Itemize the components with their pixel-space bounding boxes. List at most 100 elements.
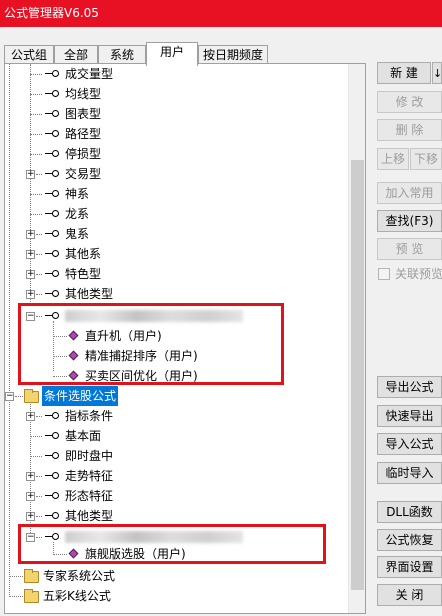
arrow-down-icon: ↓ [433,67,442,80]
tree-item-label: 即时盘中 [65,449,114,463]
checkbox-box[interactable] [378,268,390,280]
link-preview-label: 关联预览 [395,267,442,281]
tree-folder[interactable]: 专家系统公式 [5,566,325,586]
close-button[interactable]: 关 闭 [377,584,442,606]
formula-restore-button[interactable]: 公式恢复 [377,529,442,551]
tree-item-label: 成交量型 [65,67,114,81]
tab-by-date-frequency[interactable]: 按日期频度 [198,45,268,65]
tab-strip: 公式组 全部 系统 用户 按日期频度 [0,42,370,66]
add-to-common-button[interactable]: 加入常用 [377,182,442,204]
tree-folder-selected[interactable]: − 条件选股公式 [5,386,325,406]
indicator-node-icon [45,210,59,218]
tree-connector [36,274,42,275]
tree-connector [30,134,42,135]
export-formula-button[interactable]: 导出公式 [377,376,442,398]
tree-item-label: 路径型 [65,127,102,141]
tree-item[interactable]: 即时盘中 [5,446,325,466]
tree-item[interactable]: + 其他系 [5,244,325,264]
indicator-node-icon [45,190,59,198]
edit-button[interactable]: 修 改 [377,91,442,113]
tab-system[interactable]: 系统 [98,45,146,65]
tree-item-label: 神系 [65,187,90,201]
tree-connector [36,254,42,255]
expand-icon[interactable]: + [26,412,35,421]
indicator-node-icon [45,492,59,500]
tree-item[interactable]: 神系 [5,184,325,204]
tree-item-label: 龙系 [65,207,90,221]
formula-tree[interactable]: 成交量型 均线型 图表型 路径型 停损型 + 交易型 神系 龙系 + 鬼系 + … [5,64,350,613]
expand-icon[interactable]: + [26,170,35,179]
tree-folder[interactable]: 五彩K线公式 [5,586,325,606]
tab-all[interactable]: 全部 [54,45,98,65]
tree-connector [30,114,42,115]
tree-item-label: 指标条件 [65,409,114,423]
tree-scrollbar[interactable] [348,64,365,613]
tree-item[interactable]: + 走势特征 [5,466,325,486]
folder-icon [24,389,39,403]
new-button[interactable]: 新 建 [377,62,431,84]
tree-item[interactable]: + 形态特征 [5,486,325,506]
tree-item[interactable]: 基本面 [5,426,325,446]
tree-item-label: 其他类型 [65,509,114,523]
tab-user[interactable]: 用户 [146,42,198,66]
tree-item-label: 鬼系 [65,227,90,241]
tree-item[interactable]: + 特色型 [5,264,325,284]
tree-connector [36,234,42,235]
move-up-button[interactable]: 上移 [377,148,409,170]
expand-icon[interactable]: + [26,290,35,299]
indicator-node-icon [45,270,59,278]
dll-function-button[interactable]: DLL函数 [377,501,442,523]
indicator-node-icon [45,512,59,520]
quick-export-button[interactable]: 快速导出 [377,405,442,427]
tree-item[interactable]: + 其他类型 [5,506,325,526]
ui-settings-button[interactable]: 界面设置 [377,556,442,578]
move-down-button[interactable]: 下移 [410,148,442,170]
find-button[interactable]: 查找(F3) [377,210,442,232]
tree-item[interactable]: 路径型 [5,124,325,144]
tree-item-label: 形态特征 [65,489,114,503]
expand-icon[interactable]: + [26,512,35,521]
tree-item-label: 条件选股公式 [42,386,119,406]
collapse-icon[interactable]: − [5,392,14,401]
link-preview-checkbox[interactable]: 关联预览 [378,266,442,282]
indicator-node-icon [45,170,59,178]
tree-item-label: 交易型 [65,167,102,181]
tree-connector [30,456,42,457]
tree-item[interactable]: 均线型 [5,84,325,104]
expand-icon[interactable]: + [26,472,35,481]
tree-item[interactable]: 龙系 [5,204,325,224]
tree-item[interactable]: 停损型 [5,144,325,164]
annotation-highlight-box [18,303,284,385]
expand-icon[interactable]: + [26,250,35,259]
preview-button[interactable]: 预 览 [377,238,442,260]
expand-icon[interactable]: + [26,230,35,239]
tree-item[interactable]: + 交易型 [5,164,325,184]
tree-connector [30,154,42,155]
new-dropdown-button[interactable]: ↓ [432,62,442,84]
tree-connector [30,94,42,95]
expand-icon[interactable]: + [26,270,35,279]
indicator-node-icon [45,130,59,138]
tab-formula-group[interactable]: 公式组 [4,45,54,65]
tree-item-label: 图表型 [65,107,102,121]
tree-item[interactable]: 图表型 [5,104,325,124]
temp-import-button[interactable]: 临时导入 [377,462,442,484]
expand-icon[interactable]: + [26,492,35,501]
tree-item[interactable]: 成交量型 [5,64,325,84]
tree-item[interactable]: + 其他类型 [5,284,325,304]
scrollbar-thumb[interactable] [351,160,364,590]
tree-connector [36,416,42,417]
indicator-node-icon [45,150,59,158]
indicator-node-icon [45,90,59,98]
tree-connector [36,476,42,477]
import-formula-button[interactable]: 导入公式 [377,433,442,455]
window-titlebar: 公式管理器V6.05 [0,0,442,27]
indicator-node-icon [45,70,59,78]
indicator-node-icon [45,290,59,298]
delete-button[interactable]: 删 除 [377,119,442,141]
tree-item[interactable]: + 指标条件 [5,406,325,426]
tree-connector [30,74,42,75]
annotation-highlight-box [18,524,326,564]
tree-item[interactable]: + 鬼系 [5,224,325,244]
indicator-node-icon [45,110,59,118]
